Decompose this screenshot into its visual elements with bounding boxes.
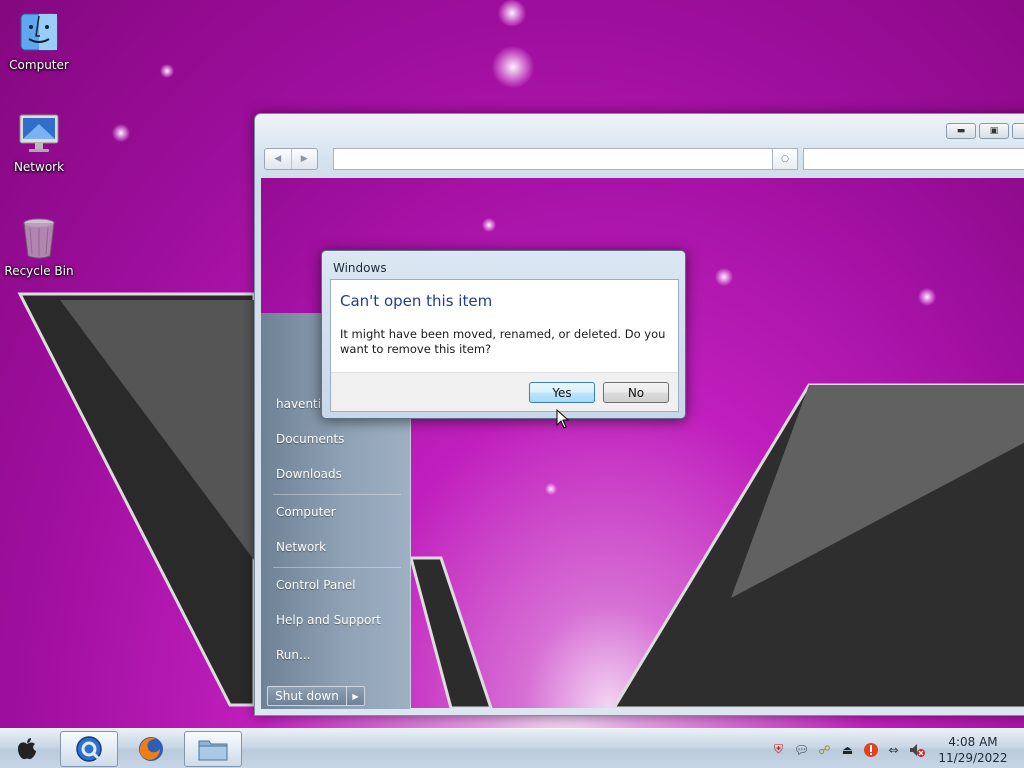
desktop-icon-network[interactable]: Network <box>0 112 78 174</box>
menu-divider <box>273 567 401 568</box>
menu-divider <box>273 494 401 495</box>
system-tray: ⛨ 💬︎ ☍ ⏏ ⇔ <box>770 741 925 758</box>
back-button[interactable]: ◀ <box>265 149 291 169</box>
network-tray-icon[interactable]: ☍ <box>816 741 833 758</box>
volume-muted-icon[interactable] <box>908 741 925 758</box>
minimize-icon: ▬ <box>956 126 966 136</box>
quicktime-icon <box>76 736 102 762</box>
refresh-button[interactable]: ○ <box>772 148 798 170</box>
light-orb <box>160 64 174 78</box>
refresh-icon: ○ <box>781 154 789 164</box>
yes-button[interactable]: Yes <box>529 382 595 403</box>
desktop-icon-recycle-bin[interactable]: Recycle Bin <box>0 216 78 278</box>
alert-icon[interactable] <box>862 741 879 758</box>
search-input[interactable] <box>803 148 1024 170</box>
connection-icon[interactable]: ⇔ <box>885 741 902 758</box>
start-menu-item-run[interactable]: Run... <box>276 648 310 662</box>
light-orb <box>112 124 130 142</box>
error-dialog: Windows Can't open this item It might ha… <box>321 250 686 419</box>
close-button[interactable]: ✕ <box>1012 123 1024 139</box>
apple-icon <box>18 738 36 760</box>
taskbar-button-firefox[interactable] <box>122 731 180 767</box>
maximize-icon: ▣ <box>989 126 999 136</box>
light-orb <box>492 46 534 88</box>
desktop-icon-label: Network <box>13 160 65 174</box>
nav-buttons: ◀ ▶ <box>264 148 318 170</box>
start-menu-item-computer[interactable]: Computer <box>276 505 336 519</box>
folder-icon <box>198 740 228 761</box>
minimize-button[interactable]: ▬ <box>946 123 976 139</box>
no-button[interactable]: No <box>603 382 669 403</box>
start-menu-item-network[interactable]: Network <box>276 540 326 554</box>
start-button[interactable] <box>14 736 40 762</box>
security-shield-icon[interactable]: ⛨ <box>770 741 787 758</box>
desktop-icon-computer[interactable]: Computer <box>0 10 78 72</box>
mouse-cursor-icon <box>556 409 570 429</box>
address-bar[interactable]: ▼ <box>333 148 797 170</box>
dialog-heading: Can't open this item <box>340 292 493 310</box>
clock[interactable]: 4:08 AM 11/29/2022 <box>935 734 1011 766</box>
start-menu-item-downloads[interactable]: Downloads <box>276 467 342 481</box>
start-menu-user[interactable]: haventis <box>276 397 327 411</box>
recycle-bin-icon <box>17 216 61 260</box>
monitor-icon <box>17 112 61 156</box>
speech-bubble-icon[interactable]: 💬︎ <box>793 741 810 758</box>
desktop-icon-label: Recycle Bin <box>4 264 74 278</box>
taskbar-button-explorer[interactable] <box>184 731 242 767</box>
window-controls: ▬ ▣ ✕ <box>946 123 1024 139</box>
start-menu-item-help[interactable]: Help and Support <box>276 613 381 627</box>
start-menu-item-control-panel[interactable]: Control Panel <box>276 578 356 592</box>
forward-arrow-icon: ▶ <box>300 154 308 164</box>
shutdown-group: Shut down ▶ <box>267 686 365 706</box>
dialog-body: Can't open this item It might have been … <box>330 279 679 412</box>
taskbar: ⛨ 💬︎ ☍ ⏏ ⇔ 4:08 AM 11/29/2022 <box>0 728 1024 768</box>
maximize-button[interactable]: ▣ <box>979 123 1009 139</box>
start-menu-item-documents[interactable]: Documents <box>276 432 344 446</box>
desktop-icon-label: Computer <box>9 58 69 72</box>
eject-icon[interactable]: ⏏ <box>839 741 856 758</box>
forward-button[interactable]: ▶ <box>290 149 318 169</box>
shutdown-button[interactable]: Shut down <box>267 686 347 706</box>
dialog-footer: Yes No <box>331 372 678 411</box>
finder-icon <box>17 10 61 54</box>
light-orb <box>497 0 527 26</box>
firefox-icon <box>139 737 163 761</box>
back-arrow-icon: ◀ <box>274 154 282 164</box>
dialog-message: It might have been moved, renamed, or de… <box>340 327 666 356</box>
clock-time: 4:08 AM <box>948 735 998 749</box>
clock-date: 11/29/2022 <box>938 751 1008 765</box>
dialog-title: Windows <box>333 261 387 275</box>
taskbar-button-quicktime[interactable] <box>60 731 118 767</box>
shutdown-options-button[interactable]: ▶ <box>347 686 365 706</box>
chevron-right-icon: ▶ <box>352 691 359 701</box>
